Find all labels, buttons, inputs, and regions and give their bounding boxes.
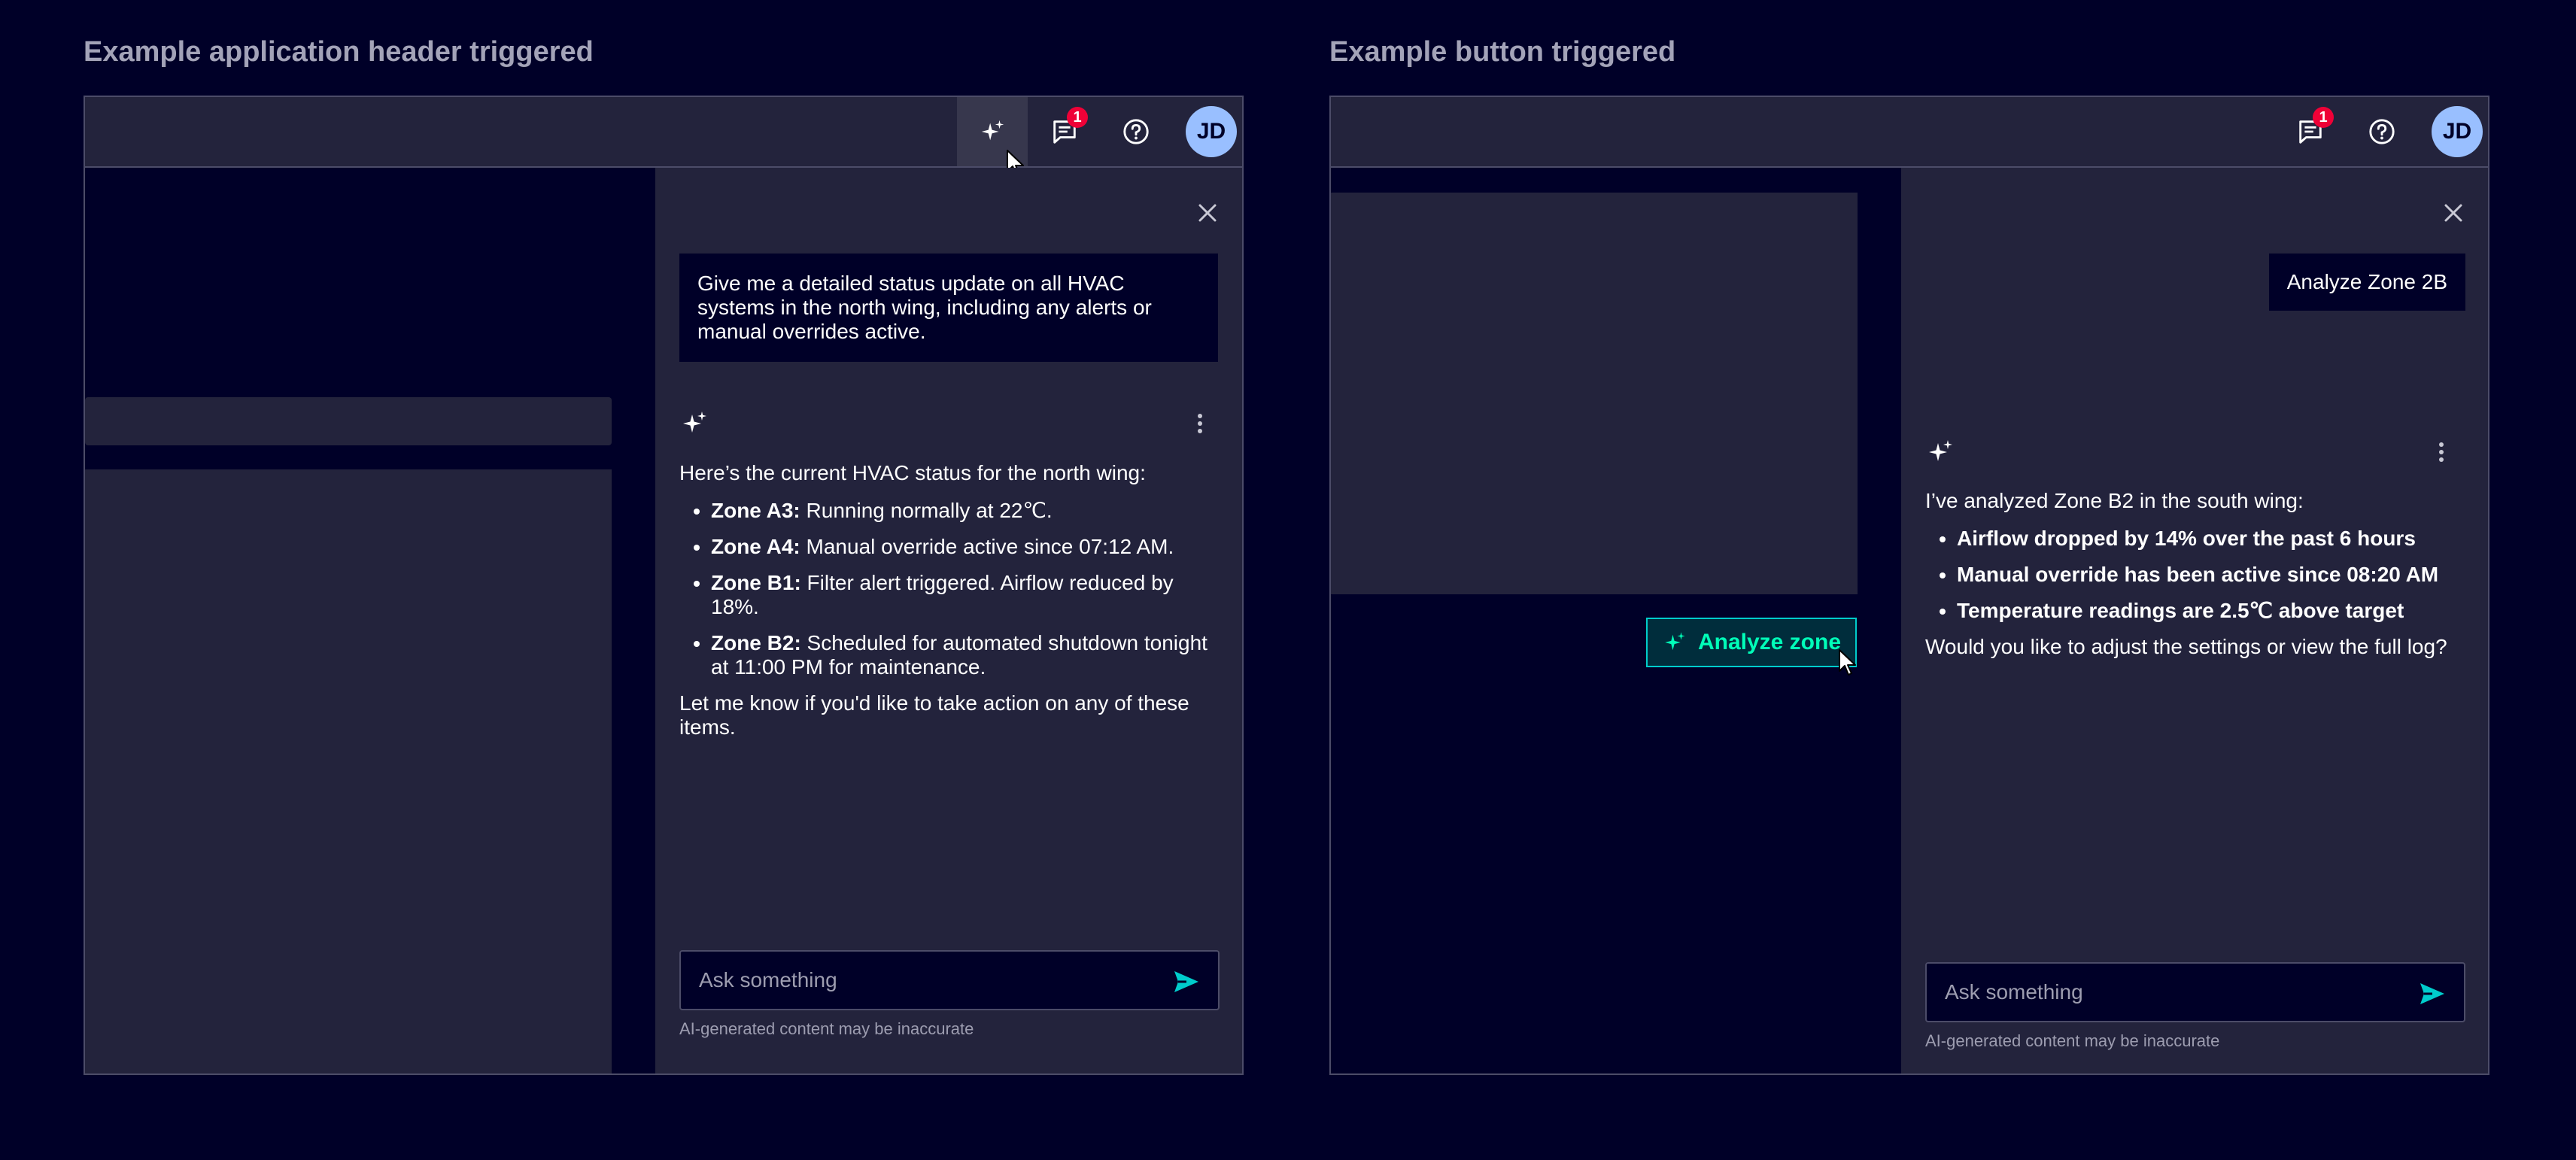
close-icon[interactable] — [2440, 199, 2467, 226]
ai-assistant-panel: Analyze Zone 2B I’ve analyzed Zone B2 in… — [1901, 168, 2488, 1073]
cursor-icon — [1839, 649, 1856, 676]
list-item: Zone B1: Filter alert triggered. Airflow… — [711, 571, 1220, 619]
user-message: Analyze Zone 2B — [2268, 254, 2465, 311]
app-content-area — [85, 168, 661, 1073]
application-header: 1 JD — [85, 97, 1242, 168]
answer-outro: Let me know if you'd like to take action… — [679, 691, 1189, 739]
sparkle-icon — [683, 411, 706, 433]
notification-badge: 1 — [1067, 107, 1088, 128]
ask-input[interactable] — [697, 952, 1158, 1009]
ai-disclaimer: AI-generated content may be inaccurate — [1925, 1031, 2220, 1050]
app-frame-header-triggered: 1 JD Give me a detailed status update on… — [84, 96, 1244, 1075]
list-item: Zone A3: Running normally at 22℃. — [711, 499, 1220, 523]
send-icon[interactable] — [2417, 979, 2447, 1009]
close-icon[interactable] — [1194, 199, 1221, 226]
analysis-list: Airflow dropped by 14% over the past 6 h… — [1925, 527, 2465, 623]
sparkle-icon — [981, 120, 1004, 141]
answer-outro: Would you like to adjust the settings or… — [1925, 635, 2447, 658]
answer-intro: Here’s the current HVAC status for the n… — [679, 461, 1146, 484]
help-icon — [1123, 119, 1149, 144]
notification-badge: 1 — [2313, 107, 2334, 128]
placeholder-card — [1331, 193, 1858, 594]
sparkle-icon — [1929, 440, 1952, 461]
placeholder-bar — [85, 397, 612, 445]
analyze-zone-label: Analyze zone — [1697, 630, 1842, 654]
demo-title-button-triggered: Example button triggered — [1329, 36, 1676, 68]
help-button[interactable] — [2347, 97, 2417, 166]
status-list: Zone A3: Running normally at 22℃. Zone A… — [679, 499, 1220, 679]
help-icon — [2369, 119, 2395, 144]
assistant-answer: I’ve analyzed Zone B2 in the south wing:… — [1925, 489, 2465, 659]
ai-assistant-panel: Give me a detailed status update on all … — [655, 168, 1242, 1073]
kebab-icon[interactable] — [1195, 408, 1204, 439]
list-item: Manual override has been active since 08… — [1957, 563, 2465, 587]
user-avatar[interactable]: JD — [2432, 106, 2483, 157]
demo-title-header-triggered: Example application header triggered — [84, 36, 594, 68]
user-avatar[interactable]: JD — [1186, 106, 1237, 157]
placeholder-card — [85, 469, 612, 1073]
user-message: Give me a detailed status update on all … — [679, 254, 1218, 362]
notifications-button[interactable]: 1 — [2275, 97, 2346, 166]
sparkle-icon — [1665, 632, 1685, 651]
analyze-zone-button[interactable]: Analyze zone — [1646, 618, 1857, 667]
list-item: Zone A4: Manual override active since 07… — [711, 535, 1220, 559]
ask-input[interactable] — [1943, 964, 2404, 1021]
ask-field — [679, 950, 1220, 1010]
answer-intro: I’ve analyzed Zone B2 in the south wing: — [1925, 489, 2304, 512]
send-icon[interactable] — [1171, 967, 1201, 997]
list-item: Temperature readings are 2.5℃ above targ… — [1957, 599, 2465, 623]
notifications-button[interactable]: 1 — [1029, 97, 1100, 166]
list-item: Airflow dropped by 14% over the past 6 h… — [1957, 527, 2465, 551]
kebab-icon[interactable] — [2437, 437, 2446, 467]
help-button[interactable] — [1101, 97, 1171, 166]
app-frame-button-triggered: Analyze zone 1 JD Analyze Zone 2B I’ve a… — [1329, 96, 2489, 1075]
assistant-answer: Here’s the current HVAC status for the n… — [679, 461, 1220, 739]
list-item: Zone B2: Scheduled for automated shutdow… — [711, 631, 1220, 679]
ask-field — [1925, 962, 2465, 1022]
application-header: 1 JD — [1331, 97, 2488, 168]
ai-disclaimer: AI-generated content may be inaccurate — [679, 1019, 974, 1038]
